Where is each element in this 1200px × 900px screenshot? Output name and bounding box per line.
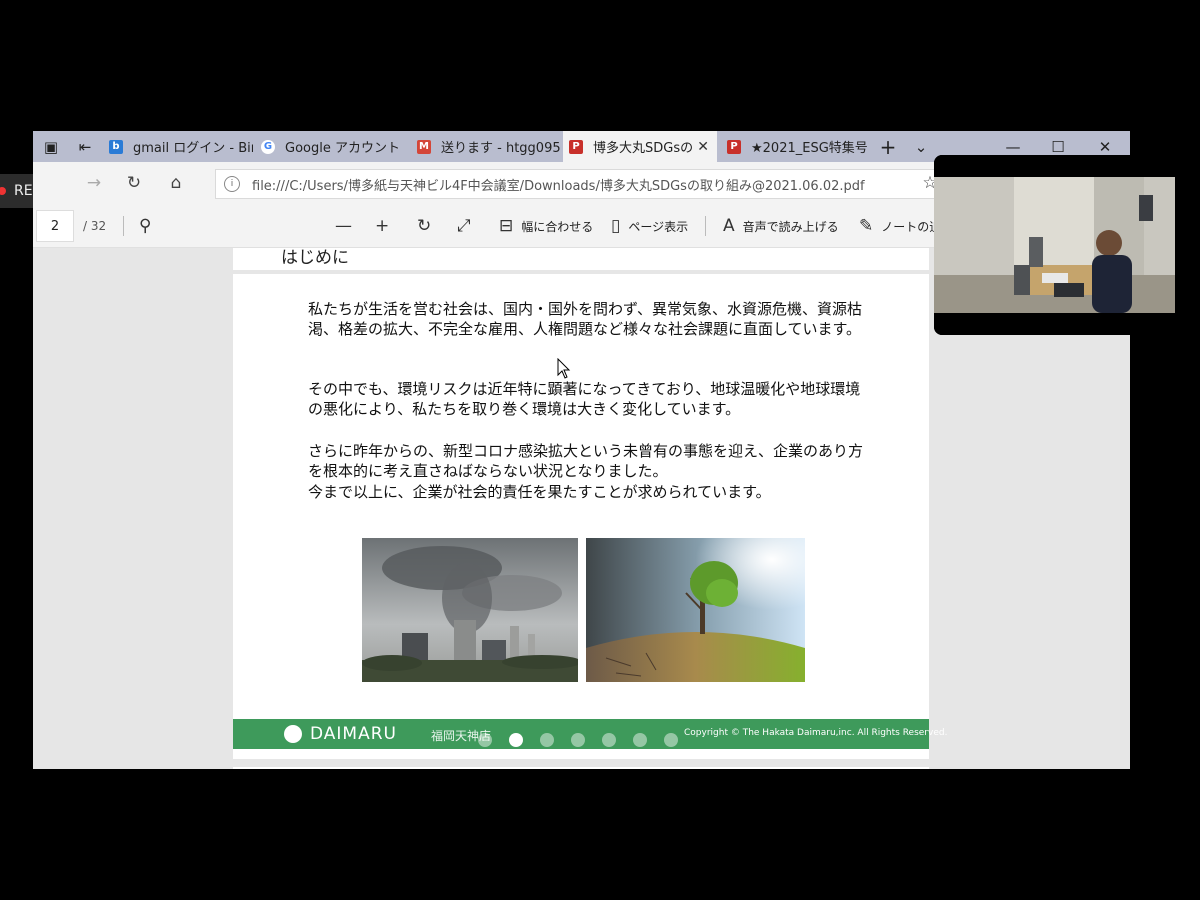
new-tab-button[interactable]: +: [873, 131, 903, 162]
carousel-dot[interactable]: [633, 733, 647, 747]
copyright-text: Copyright © The Hakata Daimaru,inc. All …: [684, 728, 948, 738]
carousel-dots: [478, 733, 678, 747]
search-icon[interactable]: ⚲: [139, 210, 159, 242]
read-aloud-label: 音声で読み上げる: [742, 219, 839, 234]
toolbar-divider: [705, 216, 706, 236]
read-aloud-icon: A: [723, 216, 735, 236]
tab-esg-pdf[interactable]: P ★2021_ESG特集号: [721, 131, 869, 162]
close-tab-icon[interactable]: ✕: [697, 139, 709, 155]
daimaru-logo: DAIMARU: [284, 723, 397, 745]
fullscreen-icon[interactable]: ⤢: [457, 210, 479, 242]
url-field[interactable]: i file:///C:/Users/博多紙与天神ビル4F中会議室/Downlo…: [215, 169, 935, 199]
carousel-dot[interactable]: [478, 733, 492, 747]
next-page-top: [233, 759, 929, 769]
refresh-icon[interactable]: ↻: [117, 162, 151, 204]
total-pages: / 32: [83, 219, 107, 233]
toolbar-divider: [123, 216, 124, 236]
tab-list-button[interactable]: ⌄: [906, 131, 936, 162]
bing-icon: b: [109, 139, 123, 154]
carousel-dot[interactable]: [509, 733, 523, 747]
climate-tree-image: [586, 538, 805, 682]
pdf-icon: P: [569, 139, 583, 154]
url-text: file:///C:/Users/博多紙与天神ビル4F中会議室/Download…: [252, 178, 865, 194]
zoom-in-icon[interactable]: +: [375, 210, 397, 242]
page-view-label: ページ表示: [628, 219, 689, 234]
tab-bing[interactable]: b gmail ログイン - Bing: [103, 131, 253, 162]
forward-icon[interactable]: →: [77, 162, 111, 204]
carousel-dot[interactable]: [540, 733, 554, 747]
home-icon[interactable]: ⌂: [159, 162, 193, 204]
page-view-icon: ▯: [611, 216, 621, 236]
tab-title: 送ります - htgg095@: [441, 141, 561, 156]
set-tabs-aside-icon[interactable]: ⇤: [71, 131, 99, 162]
carousel-dot[interactable]: [664, 733, 678, 747]
daimaru-logo-mark: [284, 725, 302, 743]
factory-pollution-image: [362, 538, 582, 682]
paragraph-3: さらに昨年からの、新型コロナ感染拡大という未曾有の事態を迎え、企業のあり方を根本…: [308, 442, 864, 480]
google-icon: G: [261, 139, 275, 154]
record-dot-icon: [0, 187, 6, 195]
logo-text: DAIMARU: [310, 724, 397, 744]
fit-width-icon: ⊟: [499, 216, 514, 236]
tab-gmail[interactable]: M 送ります - htgg095@: [411, 131, 561, 162]
tab-title: gmail ログイン - Bing: [133, 141, 253, 156]
tab-actions-icon[interactable]: ▣: [37, 131, 65, 162]
tab-title: Google アカウント: [285, 141, 400, 156]
pen-icon: ✎: [859, 216, 874, 236]
paragraph-1: 私たちが生活を営む社会は、国内・国外を問わず、異常気象、水資源危機、資源枯渇、格…: [308, 300, 862, 338]
pdf-icon: P: [727, 139, 741, 154]
page-heading: はじめに: [281, 248, 349, 268]
page-number-input[interactable]: 2: [36, 210, 74, 242]
webcam-preview[interactable]: [934, 155, 1175, 335]
tab-title: ★2021_ESG特集号: [751, 141, 868, 156]
mouse-cursor-icon: [557, 358, 571, 379]
tab-google-account[interactable]: G Google アカウント: [255, 131, 407, 162]
paragraph-4: 今まで以上に、企業が社会的責任を果たすことが求められています。: [308, 483, 771, 501]
fit-width-button[interactable]: ⊟ 幅に合わせる: [499, 210, 593, 242]
page-view-button[interactable]: ▯ ページ表示: [611, 210, 688, 242]
carousel-dot[interactable]: [602, 733, 616, 747]
read-aloud-button[interactable]: A 音声で読み上げる: [723, 210, 839, 242]
carousel-dot[interactable]: [571, 733, 585, 747]
gmail-icon: M: [417, 139, 431, 154]
info-icon[interactable]: i: [224, 176, 240, 192]
tab-title: 博多大丸SDGsの: [593, 141, 694, 156]
fit-width-label: 幅に合わせる: [521, 219, 594, 234]
tab-active-pdf[interactable]: P 博多大丸SDGsの ✕: [563, 131, 717, 162]
paragraph-2: その中でも、環境リスクは近年特に顕著になってきており、地球温暖化や地球環境の悪化…: [308, 380, 861, 418]
rotate-icon[interactable]: ↻: [417, 210, 439, 242]
zoom-out-icon[interactable]: —: [335, 210, 360, 242]
